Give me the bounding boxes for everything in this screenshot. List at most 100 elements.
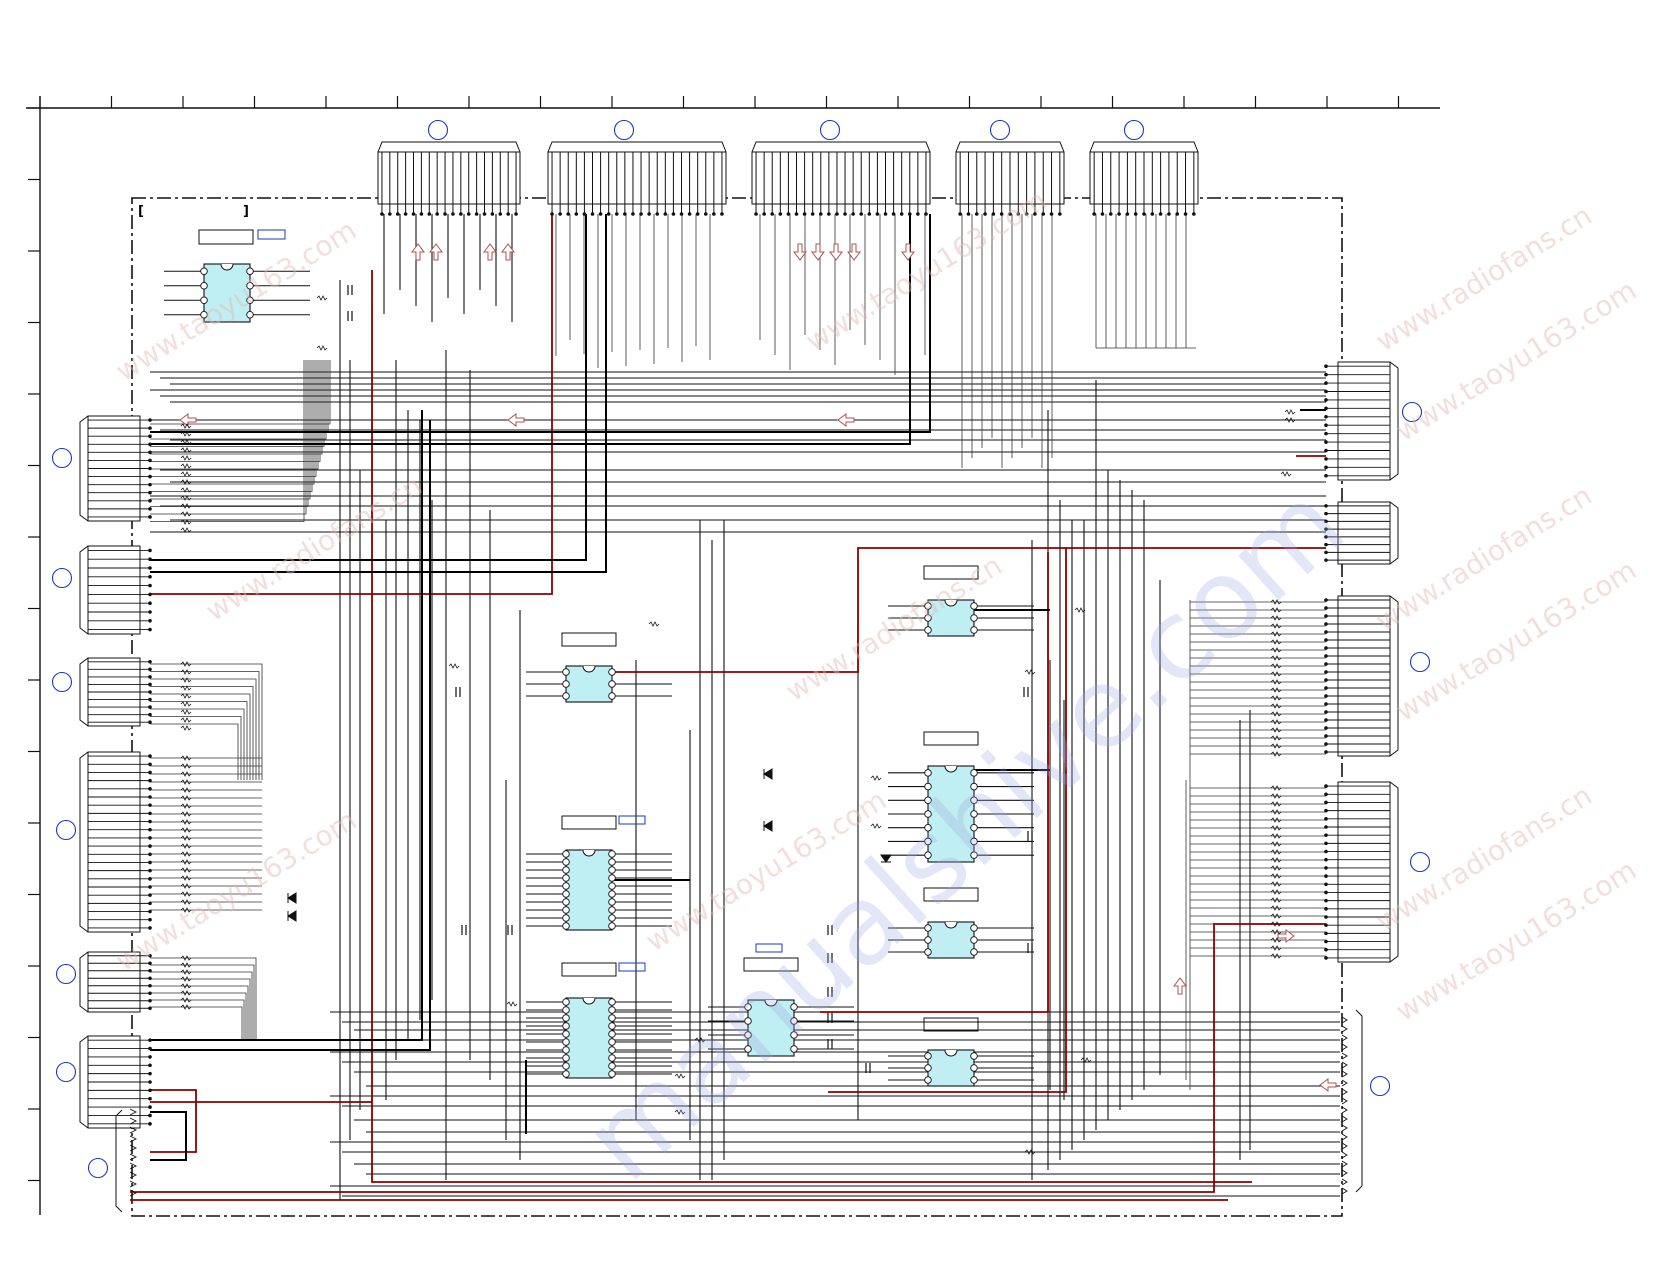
ic-pin xyxy=(562,1070,570,1078)
ic-pin xyxy=(562,1006,570,1014)
pin-dot xyxy=(148,787,152,791)
up-arrow xyxy=(483,243,497,261)
pin-dot xyxy=(1324,825,1328,829)
resistor xyxy=(180,693,192,699)
ic-pin xyxy=(970,924,978,932)
pin-dot xyxy=(148,682,152,687)
ic-pin xyxy=(744,1045,752,1053)
callout-circle xyxy=(51,567,73,589)
pin-dot xyxy=(1324,694,1328,698)
ic-pin xyxy=(608,906,616,914)
pin-dot xyxy=(148,667,152,672)
ic-pin xyxy=(970,782,978,791)
ic-body xyxy=(203,263,251,323)
pin-dot xyxy=(148,450,152,455)
pin-dot xyxy=(1324,398,1328,402)
pin-dot xyxy=(148,490,152,495)
pin-dot xyxy=(148,458,152,463)
ic-pin xyxy=(608,850,616,858)
pin-dot xyxy=(148,1113,152,1118)
pin-dot xyxy=(419,212,424,216)
pin-dot xyxy=(148,1071,152,1076)
pin-dot xyxy=(411,212,416,216)
pin-dot xyxy=(1324,662,1328,666)
pin-dot xyxy=(1324,734,1328,738)
left-arrow xyxy=(1319,1078,1337,1092)
pin-dot xyxy=(566,212,571,216)
ic-pin xyxy=(790,1017,798,1025)
pin-dot xyxy=(148,690,152,694)
resistor xyxy=(180,455,192,461)
pin-dot xyxy=(1167,212,1171,216)
pin-dot xyxy=(148,466,152,471)
pin-dot xyxy=(1092,212,1096,216)
resistor xyxy=(1280,471,1292,477)
ic-pin xyxy=(246,296,254,305)
pin-dot xyxy=(1324,465,1328,470)
pin-dot xyxy=(1324,511,1328,516)
resistor xyxy=(1284,409,1296,415)
pin-dot xyxy=(1133,212,1138,216)
ic-label-box xyxy=(923,565,979,580)
pin-dot xyxy=(712,212,716,216)
pin-dot xyxy=(687,212,692,216)
pin-dot xyxy=(148,877,152,881)
ic-pin xyxy=(608,1054,616,1062)
ic-pin xyxy=(924,1064,932,1072)
pin-dot xyxy=(883,212,888,216)
fanout xyxy=(150,999,245,1040)
ic-pin xyxy=(924,948,932,956)
connector-cap xyxy=(1389,781,1399,963)
ic-pin xyxy=(562,668,570,676)
passive-components xyxy=(180,285,1296,1155)
pin-dot xyxy=(148,1105,152,1109)
callout-circle xyxy=(55,819,77,841)
bus xyxy=(150,214,911,445)
pin-dot xyxy=(148,844,152,848)
ic-pin xyxy=(608,1038,616,1046)
pin-dot xyxy=(679,212,684,216)
pin-dot xyxy=(1324,907,1328,911)
up-arrow xyxy=(1173,977,1187,995)
pin-dot xyxy=(148,720,152,725)
diode xyxy=(287,892,297,904)
pin-dot xyxy=(148,917,152,922)
pin-dot xyxy=(1324,702,1328,706)
bus xyxy=(150,214,931,433)
callout-circle xyxy=(1409,651,1431,673)
pin-dot xyxy=(148,893,152,897)
pin-dot xyxy=(550,212,554,216)
down-arrow xyxy=(793,243,807,261)
pin-dot xyxy=(647,212,651,216)
connector-cap xyxy=(955,141,1065,153)
resistor xyxy=(180,669,192,675)
ic-pin xyxy=(790,1045,798,1053)
ic-pin xyxy=(970,1076,978,1084)
resistor xyxy=(506,1001,518,1007)
pin-dot xyxy=(148,482,152,487)
pin-dot xyxy=(148,1038,152,1042)
connector-top xyxy=(377,151,521,205)
resistor xyxy=(180,717,192,723)
ic-pin xyxy=(562,1062,570,1070)
pin-dot xyxy=(1324,726,1328,730)
pin-dot xyxy=(148,575,152,579)
ic-label-box xyxy=(561,815,617,830)
left-arrow xyxy=(507,413,525,427)
resistor xyxy=(674,1073,686,1079)
power-wire xyxy=(150,1089,197,1153)
pin-dot xyxy=(1324,866,1328,870)
ic-pin xyxy=(246,311,254,319)
pin-dot xyxy=(1324,598,1328,602)
pin-dot xyxy=(148,811,152,816)
ic-pin xyxy=(562,1022,570,1030)
pin-dot xyxy=(1324,742,1328,746)
label-box-blue xyxy=(755,943,783,953)
resistor xyxy=(316,295,328,301)
pin-dot xyxy=(1324,423,1328,428)
label-box-blue xyxy=(618,815,646,825)
connector-cap xyxy=(79,415,89,522)
callout-circles xyxy=(51,119,1431,1179)
resistor xyxy=(180,471,192,477)
ic-pin xyxy=(562,866,570,874)
